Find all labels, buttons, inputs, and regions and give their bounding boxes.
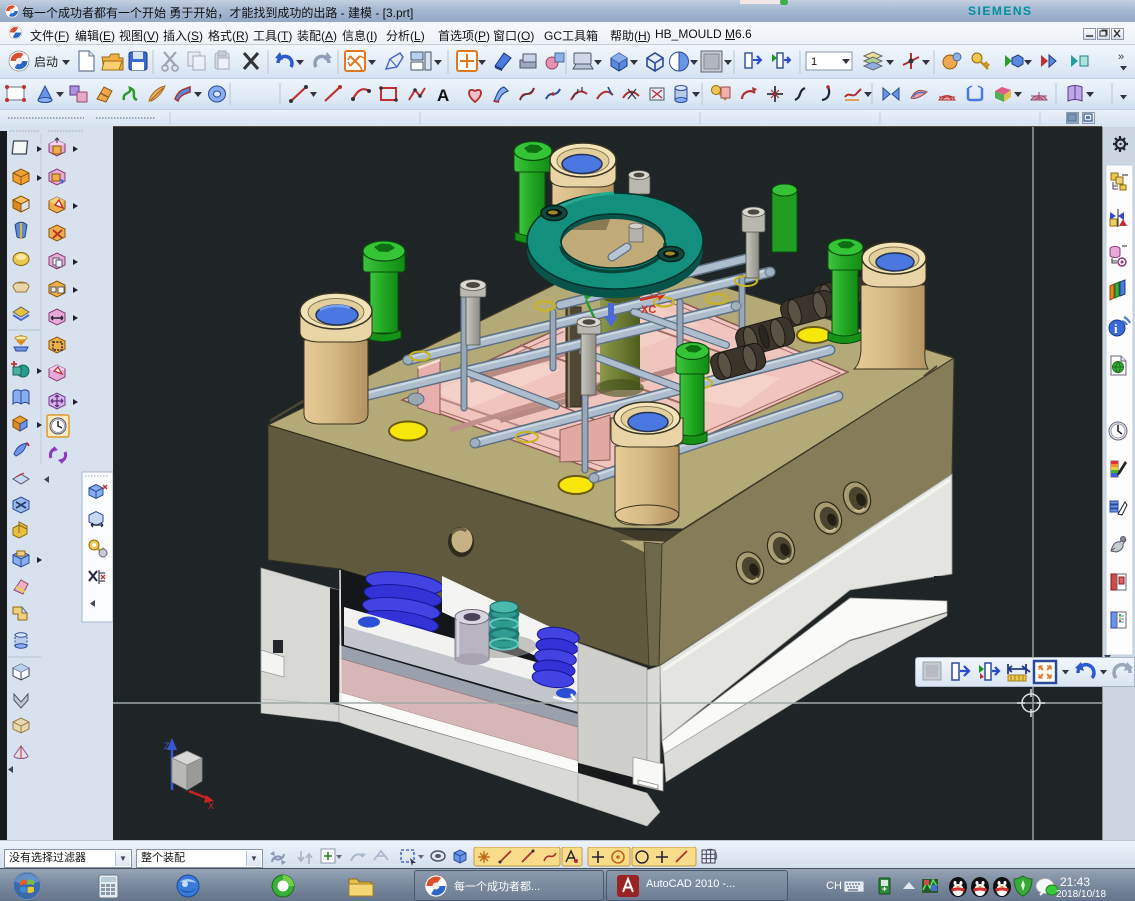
svg-text:XC: XC	[641, 304, 656, 316]
svg-text:»: »	[1118, 51, 1124, 63]
svg-text:A: A	[437, 86, 449, 105]
svg-text:Z: Z	[164, 741, 170, 751]
svg-text:i: i	[1114, 321, 1118, 336]
svg-text:X: X	[208, 801, 214, 811]
svg-text:1: 1	[811, 56, 817, 68]
svg-text:启动: 启动	[34, 55, 58, 69]
